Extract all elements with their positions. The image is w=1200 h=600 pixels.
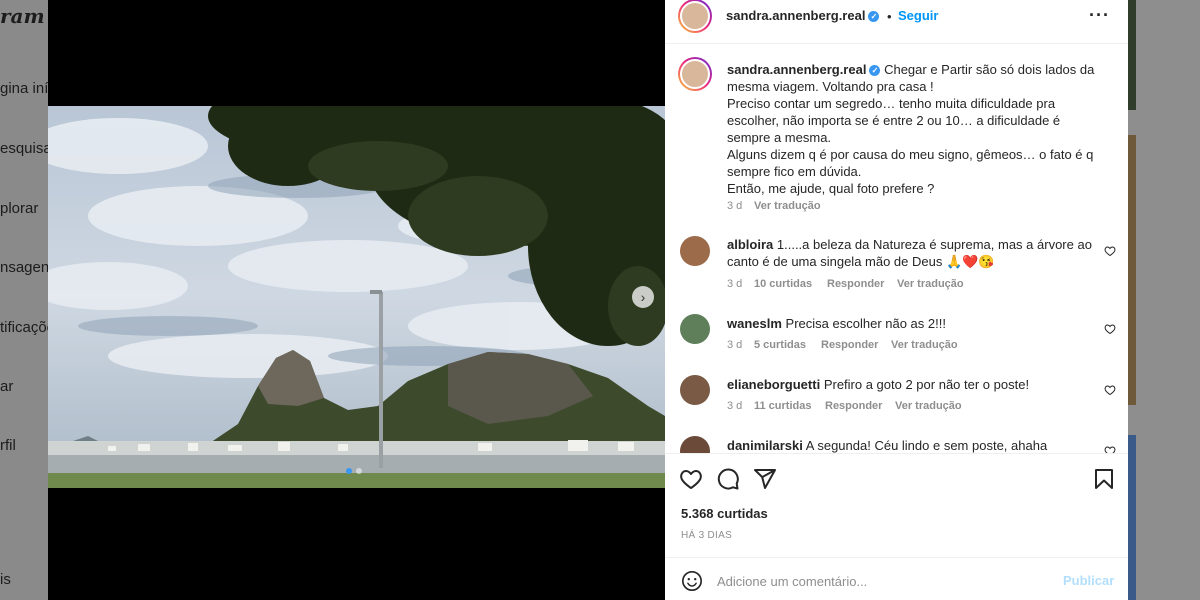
likes-count[interactable]: 5.368 curtidas [681, 506, 768, 521]
carousel-dot [346, 468, 352, 474]
post-caption: sandra.annenberg.real ✓ Chegar e Partir s… [727, 61, 1099, 197]
post-author-username[interactable]: sandra.annenberg.real ✓ [726, 8, 880, 23]
instagram-logo[interactable]: ram [0, 4, 45, 28]
comment-icon[interactable] [716, 467, 740, 491]
background-feed [1128, 0, 1200, 600]
more-options-icon[interactable]: ··· [1089, 5, 1110, 26]
caption-translate-link[interactable]: Ver tradução [754, 200, 821, 212]
nav-item-more[interactable]: is [0, 571, 11, 588]
comment-likes[interactable]: 11 curtidas [754, 400, 811, 412]
comment-text: elianeborguetti Prefiro a goto 2 por não… [727, 377, 1030, 392]
carousel-indicator [346, 468, 362, 474]
comment-username[interactable]: albloira [727, 237, 773, 252]
comment-translate-link[interactable]: Ver tradução [897, 278, 964, 290]
share-icon[interactable] [753, 467, 777, 491]
add-comment-bar: Publicar [665, 557, 1128, 600]
comment-username[interactable]: elianeborguetti [727, 377, 820, 392]
comment-translate-link[interactable]: Ver tradução [895, 400, 962, 412]
like-comment-icon[interactable] [1104, 323, 1116, 335]
comment-text: albloira 1.....a beleza da Natureza é su… [727, 237, 1092, 269]
avatar[interactable] [678, 0, 712, 33]
caption-text: Chegar e Partir são só dois lados da mes… [727, 62, 1095, 196]
comment-username[interactable]: waneslm [727, 316, 782, 331]
feed-thumbnail [1128, 435, 1136, 600]
comment-time: 3 d [727, 339, 743, 351]
like-icon[interactable] [679, 467, 703, 491]
avatar[interactable] [680, 314, 710, 344]
reply-button[interactable]: Responder [825, 400, 882, 412]
comment-likes[interactable]: 5 curtidas [754, 339, 806, 351]
comment-input[interactable] [717, 568, 1047, 594]
like-comment-icon[interactable] [1104, 445, 1116, 453]
post-photo [48, 106, 665, 488]
carousel-dot [356, 468, 362, 474]
like-comment-icon[interactable] [1104, 245, 1116, 257]
comment-time: 3 d [727, 400, 743, 412]
nav-item-search[interactable]: esquisa [0, 140, 52, 157]
avatar[interactable] [680, 375, 710, 405]
comment-time: 3 d [727, 278, 743, 290]
post-timestamp: HÁ 3 DIAS [681, 530, 733, 541]
feed-thumbnail [1128, 135, 1136, 405]
post-details-panel: sandra.annenberg.real ✓ • Seguir ··· sand… [665, 0, 1128, 600]
save-bookmark-icon[interactable] [1092, 467, 1116, 491]
verified-icon: ✓ [868, 11, 880, 23]
post-actions: 5.368 curtidas HÁ 3 DIAS [665, 453, 1128, 557]
reply-button[interactable]: Responder [821, 339, 878, 351]
reply-button[interactable]: Responder [827, 278, 884, 290]
header-separator: • [887, 9, 892, 24]
avatar[interactable] [680, 236, 710, 266]
feed-thumbnail [1128, 0, 1136, 110]
comment-translate-link[interactable]: Ver tradução [891, 339, 958, 351]
comment-text: waneslm Precisa escolher não as 2!!! [727, 316, 946, 331]
post-media: › [48, 0, 665, 600]
post-header: sandra.annenberg.real ✓ • Seguir ··· [665, 0, 1128, 44]
avatar[interactable] [680, 436, 710, 453]
caption-time: 3 d [727, 200, 743, 212]
comment-username[interactable]: danimilarski [727, 438, 803, 453]
carousel-next-button[interactable]: › [632, 286, 654, 308]
nav-item-profile[interactable]: rfil [0, 437, 16, 454]
comment-text: danimilarski A segunda! Céu lindo e sem … [727, 438, 1048, 453]
comment-likes[interactable]: 10 curtidas [754, 278, 812, 290]
follow-button[interactable]: Seguir [898, 8, 938, 23]
nav-item-create[interactable]: ar [0, 378, 13, 395]
caption-username[interactable]: sandra.annenberg.real ✓ [727, 62, 881, 77]
nav-item-explore[interactable]: plorar [0, 200, 38, 217]
avatar[interactable] [678, 57, 712, 91]
emoji-icon[interactable] [681, 570, 703, 592]
verified-icon: ✓ [869, 65, 881, 77]
like-comment-icon[interactable] [1104, 384, 1116, 396]
publish-button[interactable]: Publicar [1063, 573, 1114, 588]
comments-list: sandra.annenberg.real ✓ Chegar e Partir s… [665, 45, 1128, 453]
